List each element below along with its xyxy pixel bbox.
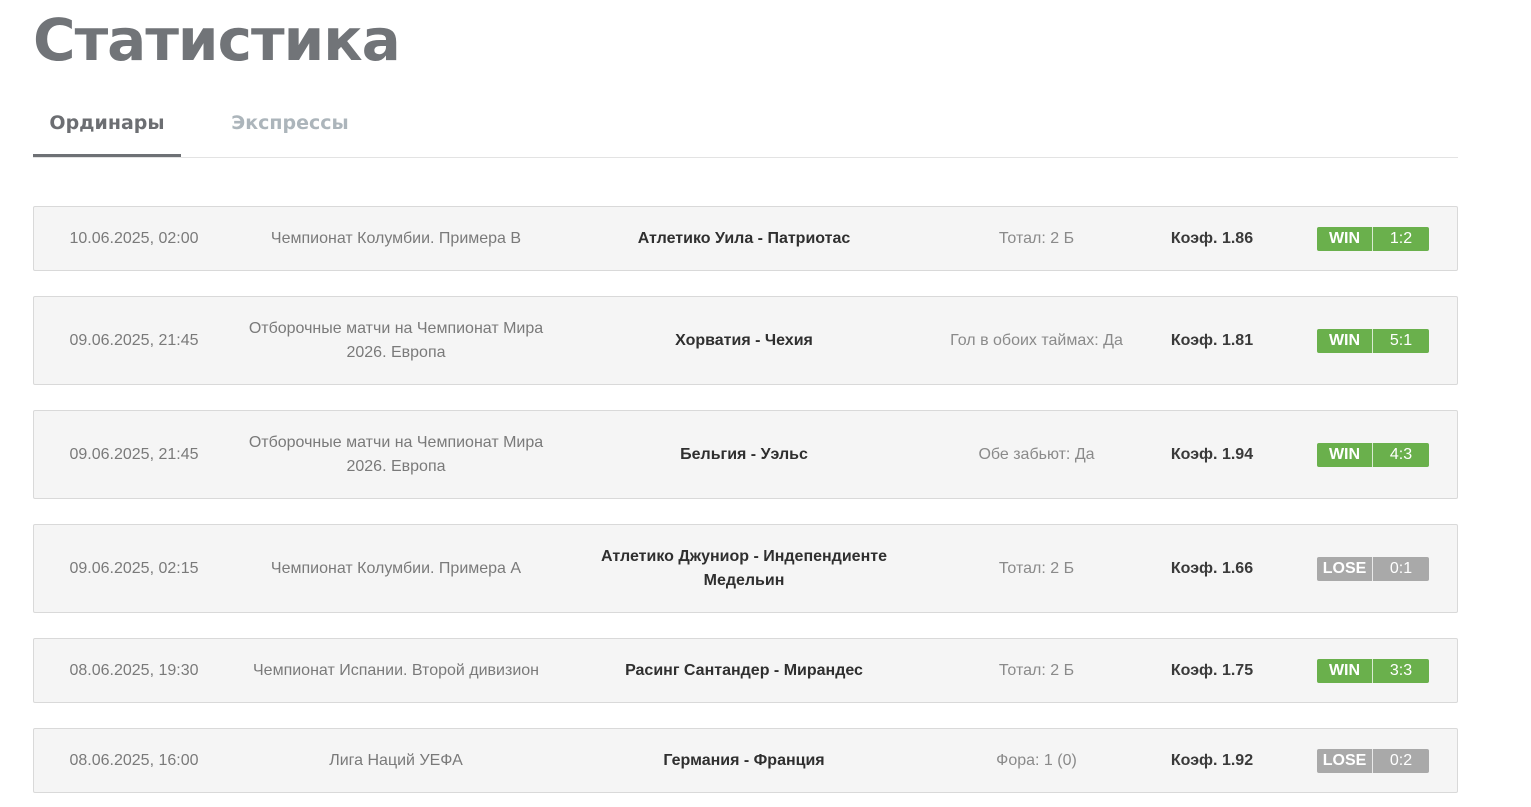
result-status: LOSE [1317,748,1373,773]
bet-league: Чемпионат Испании. Второй дивизион [253,661,539,679]
bet-date: 08.06.2025, 19:30 [69,661,199,679]
result-score: 3:3 [1389,661,1413,679]
tab-singles[interactable]: Ординары [33,94,181,157]
bet-row: 09.06.2025, 21:45 Отборочные матчи на Че… [33,410,1458,499]
result-badge: LOSE 0:2 [1317,748,1429,773]
tab-express[interactable]: Экспрессы [211,94,369,156]
bet-type-tabs: Ординары Экспрессы [33,94,1458,158]
bet-date: 10.06.2025, 02:00 [69,229,199,247]
result-status: WIN [1317,658,1373,683]
bet-row: 09.06.2025, 21:45 Отборочные матчи на Че… [33,296,1458,385]
bet-league: Отборочные матчи на Чемпионат Мира 2026.… [248,319,544,361]
page-title: Статистика [33,6,401,74]
result-status: WIN [1317,328,1373,353]
bet-coefficient: Коэф. 1.92 [1170,751,1254,769]
bet-match: Атлетико Уила - Патриотас [637,229,851,247]
bet-coefficient: Коэф. 1.75 [1170,661,1254,679]
result-status: LOSE [1317,556,1373,581]
bet-league: Лига Наций УЕФА [329,751,463,769]
bet-date: 08.06.2025, 16:00 [69,751,199,769]
bet-row: 09.06.2025, 02:15 Чемпионат Колумбии. Пр… [33,524,1458,613]
bet-date: 09.06.2025, 02:15 [69,559,199,577]
result-badge: WIN 4:3 [1317,442,1429,467]
bet-market: Тотал: 2 Б [998,661,1075,679]
bet-market: Обе забьют: Да [978,445,1095,463]
bet-row: 08.06.2025, 19:30 Чемпионат Испании. Вто… [33,638,1458,703]
result-badge: WIN 5:1 [1317,328,1429,353]
result-score: 5:1 [1389,331,1413,349]
bet-date: 09.06.2025, 21:45 [69,445,199,463]
bet-match: Хорватия - Чехия [675,331,813,349]
bet-match: Расинг Сантандер - Мирандес [625,661,863,679]
bet-market: Тотал: 2 Б [998,559,1075,577]
bet-market: Тотал: 2 Б [998,229,1075,247]
bet-coefficient: Коэф. 1.81 [1170,331,1254,349]
result-status: WIN [1317,226,1373,251]
result-score: 0:1 [1389,559,1413,577]
bet-market: Фора: 1 (0) [996,751,1077,769]
result-score: 4:3 [1389,445,1413,463]
bet-coefficient: Коэф. 1.66 [1170,559,1254,577]
result-badge: WIN 3:3 [1317,658,1429,683]
result-score: 0:2 [1389,751,1413,769]
result-score: 1:2 [1389,229,1413,247]
bet-row: 10.06.2025, 02:00 Чемпионат Колумбии. Пр… [33,206,1458,271]
bet-coefficient: Коэф. 1.86 [1170,229,1254,247]
result-status: WIN [1317,442,1373,467]
result-badge: WIN 1:2 [1317,226,1429,251]
bet-date: 09.06.2025, 21:45 [69,331,199,349]
bet-match: Германия - Франция [663,751,825,769]
bet-league: Чемпионат Колумбии. Примера A [270,559,522,577]
bet-market: Гол в обоих таймах: Да [950,331,1123,349]
bet-coefficient: Коэф. 1.94 [1170,445,1254,463]
result-badge: LOSE 0:1 [1317,556,1429,581]
bet-league: Отборочные матчи на Чемпионат Мира 2026.… [248,433,544,475]
bet-league: Чемпионат Колумбии. Примера B [270,229,522,247]
bet-match: Бельгия - Уэльс [680,445,808,463]
bet-row: 08.06.2025, 16:00 Лига Наций УЕФА Герман… [33,728,1458,793]
bet-match: Атлетико Джуниор - Индепендиенте Медельи… [601,547,887,589]
